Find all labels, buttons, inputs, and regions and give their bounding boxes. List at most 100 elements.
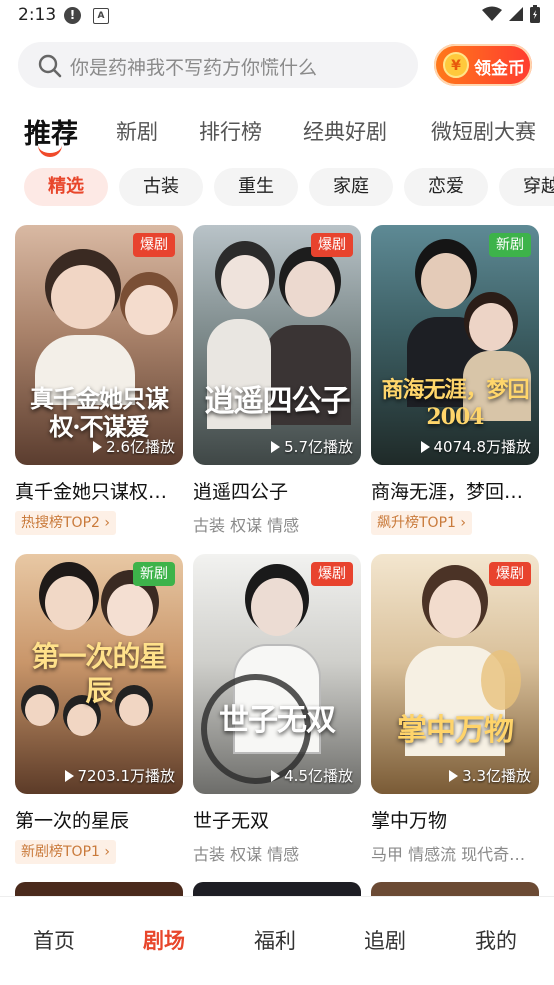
- drama-poster[interactable]: 爆剧 掌中万物 3.3亿播放: [371, 554, 539, 794]
- hot-badge: 爆剧: [311, 233, 353, 257]
- play-icon: [420, 440, 430, 453]
- rank-tag[interactable]: 新剧榜TOP1 ›: [15, 840, 116, 864]
- chevron-right-icon: ›: [104, 844, 110, 860]
- category-tabs: 推荐 新剧 排行榜 经典好剧 微短剧大赛: [0, 108, 554, 158]
- drama-title[interactable]: 真千金她只谋权…: [15, 477, 183, 504]
- drama-poster-peek[interactable]: [15, 882, 183, 896]
- drama-poster[interactable]: 新剧 第一次的星辰 7203.1万播放: [15, 554, 183, 794]
- play-icon: [64, 769, 74, 782]
- drama-title[interactable]: 掌中万物: [371, 806, 539, 833]
- poster-title-art: 世子无双: [219, 703, 336, 738]
- hot-badge: 爆剧: [133, 233, 175, 257]
- drama-poster[interactable]: 新剧 商海无涯，梦回2004 4074.8万播放: [371, 225, 539, 465]
- poster-figure: [429, 580, 481, 638]
- rank-tag-label: 新剧榜TOP1: [21, 844, 100, 860]
- drama-poster-peek[interactable]: [371, 882, 539, 896]
- play-icon: [93, 440, 103, 453]
- play-count-text: 7203.1万播放: [77, 767, 176, 785]
- poster-title-art: 逍遥四公子: [204, 384, 351, 419]
- poster-figure: [481, 650, 521, 710]
- play-count-text: 2.6亿播放: [106, 438, 175, 456]
- play-count: 2.6亿播放: [93, 436, 175, 457]
- play-count: 3.3亿播放: [449, 765, 531, 786]
- drama-title[interactable]: 第一次的星辰: [15, 806, 183, 833]
- nav-theater[interactable]: 剧场: [143, 925, 185, 955]
- status-time: 2:13: [18, 5, 57, 25]
- new-badge: 新剧: [133, 562, 175, 586]
- hot-badge: 爆剧: [311, 562, 353, 586]
- tab-new[interactable]: 新剧: [116, 116, 158, 146]
- poster-figure: [251, 578, 303, 636]
- collect-gold-button[interactable]: ¥ 领金币: [434, 44, 532, 86]
- bottom-nav: 首页 剧场 福利 追剧 我的: [0, 896, 554, 985]
- play-icon: [271, 769, 281, 782]
- chip-time-travel[interactable]: 穿越: [499, 168, 554, 206]
- nav-me[interactable]: 我的: [475, 925, 517, 955]
- drama-title[interactable]: 商海无涯，梦回…: [371, 477, 539, 504]
- tab-classic[interactable]: 经典好剧: [303, 116, 387, 146]
- chevron-right-icon: ›: [104, 515, 110, 531]
- drama-poster-peek[interactable]: [193, 882, 361, 896]
- poster-figure: [469, 303, 513, 351]
- keyboard-a-icon: A: [93, 8, 109, 24]
- nav-home[interactable]: 首页: [33, 925, 75, 955]
- play-icon: [449, 769, 459, 782]
- chip-costume[interactable]: 古装: [119, 168, 203, 206]
- play-count-text: 3.3亿播放: [462, 767, 531, 785]
- poster-title-art: 掌中万物: [397, 713, 514, 748]
- nav-following[interactable]: 追剧: [364, 925, 406, 955]
- rank-tag-label: 热搜榜TOP2: [21, 515, 100, 531]
- drama-title[interactable]: 世子无双: [193, 806, 361, 833]
- search-placeholder: 你是药神我不写药方你慌什么: [70, 57, 318, 79]
- play-count-text: 4074.8万播放: [433, 438, 532, 456]
- rank-tag-label: 飙升榜TOP1: [377, 515, 456, 531]
- poster-title-art: 真千金她只谋权·不谋爱: [30, 384, 169, 441]
- poster-title-art: 第一次的星辰: [31, 640, 167, 707]
- wifi-icon: [482, 6, 502, 21]
- chip-rebirth[interactable]: 重生: [214, 168, 298, 206]
- new-badge: 新剧: [489, 233, 531, 257]
- play-count: 7203.1万播放: [64, 765, 176, 786]
- poster-figure: [221, 255, 269, 309]
- genre-tags: 古装 权谋 情感: [193, 845, 300, 864]
- hot-badge: 爆剧: [489, 562, 531, 586]
- play-count-text: 4.5亿播放: [284, 767, 353, 785]
- poster-figure: [285, 261, 335, 317]
- signal-icon: [509, 7, 523, 21]
- poster-figure: [51, 265, 115, 329]
- genre-tags: 马甲 情感流 现代奇…: [371, 845, 526, 864]
- chip-family[interactable]: 家庭: [309, 168, 393, 206]
- poster-figure: [125, 285, 173, 335]
- drama-poster[interactable]: 爆剧 逍遥四公子 5.7亿播放: [193, 225, 361, 465]
- coin-icon: ¥: [443, 52, 469, 78]
- poster-figure: [421, 253, 471, 309]
- battery-icon: [530, 5, 540, 23]
- poster-figure: [67, 704, 97, 736]
- rank-tag[interactable]: 热搜榜TOP2 ›: [15, 511, 116, 535]
- nav-welfare[interactable]: 福利: [254, 925, 296, 955]
- poster-figure: [107, 584, 153, 636]
- tab-ranking[interactable]: 排行榜: [199, 116, 262, 146]
- search-bar[interactable]: 你是药神我不写药方你慌什么: [18, 42, 418, 88]
- tab-contest[interactable]: 微短剧大赛: [431, 116, 536, 146]
- search-icon: [38, 54, 62, 78]
- play-icon: [271, 440, 281, 453]
- chevron-right-icon: ›: [460, 515, 466, 531]
- poster-title-art: 商海无涯，梦回2004: [381, 377, 529, 430]
- drama-poster[interactable]: 爆剧 世子无双 4.5亿播放: [193, 554, 361, 794]
- play-count: 4.5亿播放: [271, 765, 353, 786]
- chip-romance[interactable]: 恋爱: [404, 168, 488, 206]
- alert-icon: !: [64, 7, 81, 24]
- collect-gold-label: 领金币: [474, 59, 525, 79]
- poster-figure: [45, 576, 93, 630]
- rank-tag[interactable]: 飙升榜TOP1 ›: [371, 511, 472, 535]
- play-count: 5.7亿播放: [271, 436, 353, 457]
- drama-title[interactable]: 逍遥四公子: [193, 477, 361, 504]
- status-icons: [482, 5, 540, 23]
- play-count-text: 5.7亿播放: [284, 438, 353, 456]
- genre-chips: 精选 古装 重生 家庭 恋爱 穿越: [0, 168, 554, 208]
- status-bar: 2:13 ! A: [0, 0, 554, 32]
- drama-poster[interactable]: 爆剧 真千金她只谋权·不谋爱 2.6亿播放: [15, 225, 183, 465]
- genre-tags: 古装 权谋 情感: [193, 516, 300, 535]
- chip-featured[interactable]: 精选: [24, 168, 108, 206]
